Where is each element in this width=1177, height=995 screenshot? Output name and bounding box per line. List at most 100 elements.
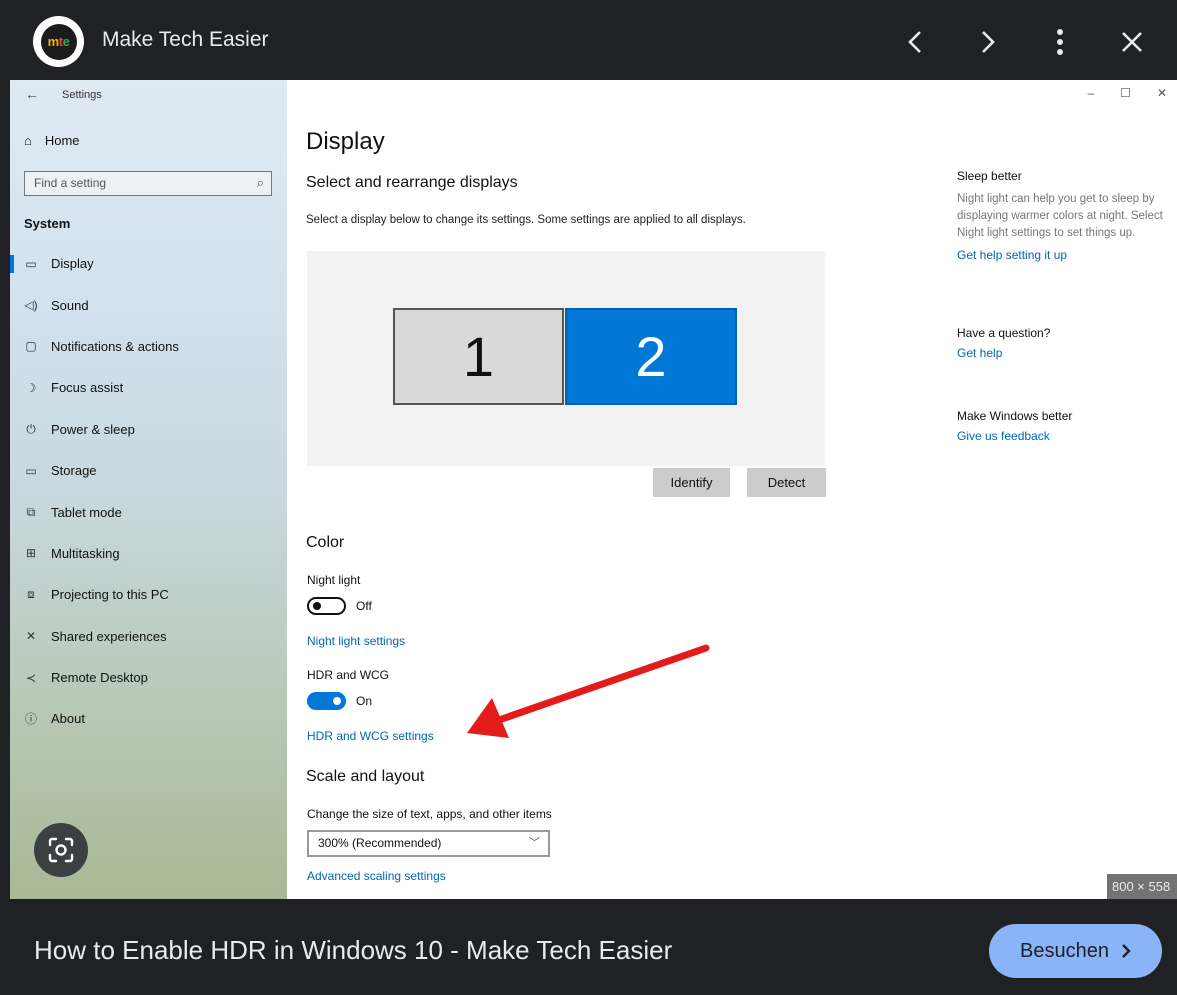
identify-button: Identify (653, 468, 730, 497)
previous-button[interactable] (895, 22, 935, 62)
sidebar-item-projecting: ⧈ Projecting to this PC (10, 574, 287, 615)
red-arrow-annotation (467, 644, 710, 738)
info-icon: ⓘ (24, 712, 37, 727)
window-controls: – ☐ ✕ (1087, 86, 1177, 100)
advanced-scaling-link: Advanced scaling settings (307, 869, 446, 883)
sidebar-item-label: About (51, 711, 85, 727)
sleep-better-panel: Sleep better Night light can help you ge… (957, 169, 1167, 262)
home-icon: ⌂ (24, 133, 32, 148)
more-vert-icon (1057, 29, 1063, 55)
close-icon (1122, 32, 1142, 52)
chevron-right-icon (1122, 944, 1131, 958)
sidebar-item-label: Display (51, 256, 94, 272)
sidebar-item-label: Multitasking (51, 545, 120, 561)
night-light-settings-link: Night light settings (307, 634, 406, 648)
night-light-state: Off (356, 599, 372, 613)
scale-description: Change the size of text, apps, and other… (307, 807, 552, 821)
sidebar-item-display: ▭ Display (10, 243, 287, 284)
search-placeholder: Find a setting (34, 176, 107, 190)
sleep-better-heading: Sleep better (957, 169, 1022, 183)
lens-icon (48, 837, 74, 863)
sidebar-item-label: Notifications & actions (51, 338, 179, 354)
next-button[interactable] (968, 22, 1008, 62)
section-heading-scale: Scale and layout (306, 768, 425, 785)
sidebar-item-label: Sound (51, 297, 89, 313)
remote-desktop-icon: ≺ (25, 670, 37, 685)
feedback-heading: Make Windows better (957, 409, 1073, 423)
sidebar-item-label: Home (44, 133, 80, 148)
chevron-down-icon: ﹀ (529, 837, 540, 849)
visit-button[interactable]: Besuchen (989, 924, 1162, 978)
search-icon: ⌕ (256, 175, 264, 190)
shared-icon: ✕ (25, 629, 37, 644)
sidebar-item-label: Remote Desktop (51, 670, 148, 686)
sidebar-item-label: Power & sleep (51, 421, 135, 437)
question-panel: Have a question? Get help (957, 326, 1167, 360)
chevron-right-icon (982, 31, 995, 53)
tablet-icon: ⧉ (26, 504, 36, 519)
feedback-panel: Make Windows better Give us feedback (957, 409, 1167, 443)
minimize-icon: – (1087, 86, 1095, 100)
lens-search-button[interactable] (34, 823, 88, 877)
power-icon: ⏻ (26, 421, 36, 436)
detect-button: Detect (747, 468, 826, 497)
storage-icon: ▭ (25, 463, 37, 478)
monitor-1: 1 (393, 308, 564, 405)
sidebar-item-storage: ▭ Storage (10, 450, 287, 491)
multitasking-icon: ⊞ (25, 546, 37, 561)
sidebar-item-focus-assist: ☽ Focus assist (10, 367, 287, 408)
sleep-better-text: Night light can help you get to sleep by… (957, 193, 1163, 239)
page-title: Display (306, 128, 385, 155)
image-dimensions-badge: 800 × 558 (1107, 874, 1177, 899)
sidebar-item-multitasking: ⊞ Multitasking (10, 533, 287, 574)
sidebar-item-tablet-mode: ⧉ Tablet mode (10, 491, 287, 532)
sidebar-item-sound: ◁) Sound (10, 284, 287, 325)
display-arrangement: 1 2 (307, 251, 825, 466)
sidebar-item-label: Storage (51, 463, 97, 479)
viewer-top-bar: mte Make Tech Easier (0, 0, 1177, 80)
sidebar-item-about: ⓘ About (10, 698, 287, 739)
section-heading-displays: Select and rearrange displays (306, 174, 518, 191)
displays-description: Select a display below to change its set… (306, 214, 746, 226)
feedback-link: Give us feedback (957, 429, 1050, 443)
settings-search-input: Find a setting ⌕ (24, 171, 272, 196)
sidebar-item-label: Projecting to this PC (51, 587, 169, 603)
image-caption[interactable]: How to Enable HDR in Windows 10 - Make T… (34, 935, 672, 966)
settings-sidebar: ← Settings ⌂ Home Find a setting ⌕ Syste… (10, 80, 287, 899)
hdr-state: On (356, 694, 373, 708)
question-heading: Have a question? (957, 326, 1051, 340)
site-name[interactable]: Make Tech Easier (102, 28, 269, 52)
moon-icon: ☽ (25, 380, 37, 395)
scale-value: 300% (Recommended) (318, 836, 442, 850)
speaker-icon: ◁) (24, 298, 38, 313)
sidebar-nav: ▭ Display ◁) Sound ▢ Notifications & action… (10, 243, 287, 740)
sidebar-item-shared-experiences: ✕ Shared experiences (10, 616, 287, 657)
monitor-icon: ▭ (25, 256, 37, 271)
visit-button-label: Besuchen (1020, 939, 1109, 962)
night-light-label: Night light (307, 573, 361, 587)
logo-letter: e (62, 34, 70, 49)
get-help-link: Get help (957, 346, 1003, 360)
close-button[interactable] (1112, 22, 1152, 62)
preview-image[interactable]: ← Settings ⌂ Home Find a setting ⌕ Syste… (10, 80, 1177, 899)
hdr-toggle (307, 692, 346, 710)
site-logo-mark: mte (40, 23, 77, 60)
scale-dropdown: 300% (Recommended) ﹀ (307, 830, 550, 857)
site-logo[interactable]: mte (33, 16, 84, 67)
window-title: Settings (62, 89, 102, 101)
more-options-button[interactable] (1040, 22, 1080, 62)
sidebar-item-power-sleep: ⏻ Power & sleep (10, 409, 287, 450)
sidebar-item-home: ⌂ Home (24, 133, 80, 148)
sleep-help-link: Get help setting it up (957, 248, 1068, 262)
section-heading-color: Color (306, 534, 345, 551)
projecting-icon: ⧈ (27, 587, 35, 602)
logo-letter: m (47, 34, 60, 49)
hdr-settings-link: HDR and WCG settings (307, 729, 434, 743)
hdr-label: HDR and WCG (307, 668, 390, 682)
notification-icon: ▢ (25, 339, 37, 354)
sidebar-item-label: Tablet mode (51, 504, 122, 520)
image-viewer: mte Make Tech Easier ← Settings ⌂ Home F… (0, 0, 1177, 995)
monitor-2: 2 (565, 308, 737, 405)
sidebar-item-label: Shared experiences (51, 628, 167, 644)
chevron-left-icon (908, 31, 921, 53)
